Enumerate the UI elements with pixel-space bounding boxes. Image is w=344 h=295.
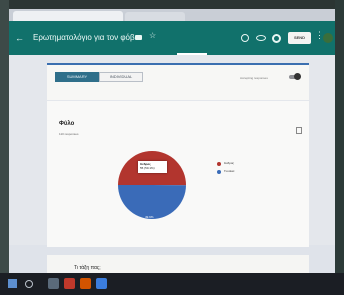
browser-tab[interactable] [125, 12, 185, 21]
windows-start-icon[interactable] [8, 279, 17, 288]
powerpoint-icon[interactable] [64, 278, 75, 289]
next-question-title: Τι τάξη πας; [74, 265, 101, 271]
legend-item: Γυναίκα [217, 168, 257, 176]
legend-dot-icon [217, 170, 221, 174]
legend-label: Άνδρας [224, 161, 235, 165]
responses-control-card: SUMMARY INDIVIDUAL Accepting responses [47, 63, 309, 100]
app-icon[interactable] [80, 278, 91, 289]
pie-slice-2[interactable] [118, 185, 186, 219]
slice-percent-label: 49.9% [145, 215, 154, 219]
palette-icon[interactable] [241, 34, 249, 42]
form-title[interactable]: Ερωτηματολόγιο για τον φόβο [33, 33, 139, 43]
star-icon[interactable]: ☆ [149, 32, 156, 40]
windows-taskbar [0, 273, 344, 295]
browser-tab-active[interactable] [13, 11, 123, 21]
monitor-bezel-right [335, 0, 344, 295]
summary-button[interactable]: SUMMARY [55, 72, 99, 82]
monitor-bezel-left [0, 0, 9, 295]
response-count: 110 responses [59, 132, 79, 136]
browser-icon[interactable] [96, 278, 107, 289]
accepting-responses-label: Accepting responses [240, 76, 268, 80]
question-title: Φύλο [59, 121, 75, 127]
browser-tab-strip [9, 9, 335, 21]
form-header: ← Ερωτηματολόγιο για τον φόβο ☆ SEND ⋮ Q… [9, 21, 335, 62]
file-explorer-icon[interactable] [48, 278, 59, 289]
legend-item: Άνδρας [217, 160, 257, 168]
preview-eye-icon[interactable] [256, 35, 266, 41]
legend-label: Γυναίκα [224, 169, 235, 173]
next-question-card: Τι τάξη πας; [47, 255, 309, 275]
search-icon[interactable] [25, 280, 33, 288]
individual-button[interactable]: INDIVIDUAL [99, 72, 143, 82]
send-button[interactable]: SEND [288, 32, 311, 44]
toggle-thumb[interactable] [294, 73, 301, 80]
chart-tooltip: Άνδρας 55 (50.1%) [138, 161, 167, 173]
copy-chart-icon[interactable] [296, 127, 302, 134]
back-arrow-icon[interactable]: ← [15, 34, 24, 43]
browser-screen: ← Ερωτηματολόγιο για τον φόβο ☆ SEND ⋮ Q… [9, 9, 335, 282]
avatar[interactable] [323, 33, 333, 43]
settings-icon[interactable] [272, 34, 281, 43]
folder-icon[interactable] [135, 35, 142, 40]
monitor-bezel-top [0, 0, 344, 9]
legend-dot-icon [217, 162, 221, 166]
chart-legend: Άνδρας Γυναίκα [217, 160, 257, 176]
tooltip-value: 55 (50.1%) [140, 166, 155, 170]
question-summary-card: Φύλο 110 responses Άνδρας 55 (50.1%) 49.… [47, 101, 309, 247]
